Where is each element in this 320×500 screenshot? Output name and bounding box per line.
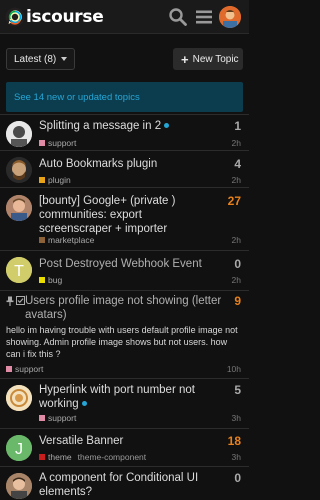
topic-category[interactable]: marketplace <box>39 235 94 245</box>
topic-title[interactable]: Post Destroyed Webhook Event <box>39 257 214 271</box>
category-square-icon <box>39 237 45 243</box>
activity-time[interactable]: 2h <box>232 235 241 245</box>
topic-category[interactable]: bug <box>39 275 62 285</box>
topic-list-controls: Latest (8) + New Topic <box>0 34 249 82</box>
topic-avatar[interactable] <box>6 157 32 183</box>
site-header: iscourse <box>0 0 249 34</box>
category-square-icon <box>39 454 45 460</box>
topic-excerpt[interactable]: hello im having trouble with users defau… <box>6 324 244 360</box>
topic-category[interactable]: support <box>39 413 76 423</box>
new-topics-banner-text: See 14 new or updated topics <box>14 91 140 103</box>
caret-down-icon <box>61 57 67 61</box>
topic-category[interactable]: theme theme-component <box>39 452 146 462</box>
discourse-logo-icon <box>5 7 25 27</box>
topic-title[interactable]: A component for Conditional UI elements? <box>39 471 219 499</box>
user-photo-icon <box>6 157 32 183</box>
latest-filter-label: Latest (8) <box>14 53 57 65</box>
topic-avatar[interactable] <box>6 195 32 221</box>
topic-avatar[interactable]: T <box>6 257 32 283</box>
reply-count: 9 <box>234 294 241 308</box>
reply-count: 4 <box>234 157 241 171</box>
topic-tag[interactable]: theme-component <box>78 452 147 462</box>
new-topic-label: New Topic <box>192 53 239 65</box>
user-avatar[interactable] <box>219 6 241 28</box>
plus-icon: + <box>181 51 189 67</box>
user-photo-icon <box>6 473 32 499</box>
unread-dot-icon <box>81 401 87 407</box>
topic-row[interactable]: Users profile image not showing (letter … <box>0 290 249 378</box>
topic-row[interactable]: J Versatile Banner 18 theme theme-compon… <box>0 428 249 466</box>
reply-count: 18 <box>227 434 241 448</box>
topic-avatar[interactable] <box>6 385 32 411</box>
topic-title[interactable]: Versatile Banner <box>39 434 214 448</box>
topic-category[interactable]: support <box>6 364 43 374</box>
solved-checkbox-icon <box>16 296 25 305</box>
discourse-logo[interactable]: iscourse <box>5 6 104 28</box>
topic-avatar[interactable]: J <box>6 435 32 461</box>
topic-row[interactable]: A component for Conditional UI elements?… <box>0 466 249 500</box>
activity-time[interactable]: 10h <box>227 364 241 374</box>
category-square-icon <box>39 277 45 283</box>
topic-title[interactable]: Hyperlink with port number not working <box>39 383 209 411</box>
pin-icon <box>6 296 14 306</box>
topic-title[interactable]: Users profile image not showing (letter … <box>25 294 225 322</box>
topic-row[interactable]: [bounty] Google+ (private ) communities:… <box>0 187 249 250</box>
activity-time[interactable]: 2h <box>232 275 241 285</box>
category-square-icon <box>39 140 45 146</box>
activity-time[interactable]: 3h <box>232 413 241 423</box>
reply-count: 0 <box>234 257 241 271</box>
search-icon[interactable] <box>168 7 188 27</box>
reply-count: 27 <box>227 194 241 208</box>
category-square-icon <box>39 415 45 421</box>
letter-avatar-icon: T <box>6 257 32 283</box>
user-photo-icon <box>6 121 32 147</box>
topic-avatar[interactable] <box>6 473 32 499</box>
activity-time[interactable]: 2h <box>232 138 241 148</box>
topic-category[interactable]: support <box>39 138 76 148</box>
topic-category[interactable]: plugin <box>39 175 71 185</box>
user-photo-icon <box>6 385 32 411</box>
topic-row[interactable]: Auto Bookmarks plugin 4 plugin 2h <box>0 150 249 187</box>
new-topics-banner[interactable]: See 14 new or updated topics <box>6 82 243 112</box>
user-avatar-icon <box>219 6 241 28</box>
topic-row[interactable]: T Post Destroyed Webhook Event 0 bug 2h <box>0 250 249 290</box>
topic-avatar[interactable] <box>6 121 32 147</box>
unread-dot-icon <box>164 123 170 129</box>
topic-title[interactable]: [bounty] Google+ (private ) communities:… <box>39 194 217 236</box>
latest-filter-dropdown[interactable]: Latest (8) <box>6 48 75 70</box>
letter-avatar-icon: J <box>6 435 32 461</box>
svg-text:J: J <box>15 441 23 458</box>
activity-time[interactable]: 3h <box>232 452 241 462</box>
activity-time[interactable]: 2h <box>232 175 241 185</box>
topic-row[interactable]: Hyperlink with port number not working 5… <box>0 378 249 428</box>
category-square-icon <box>39 177 45 183</box>
topic-title[interactable]: Splitting a message in 2 <box>39 119 214 133</box>
reply-count: 1 <box>234 119 241 133</box>
new-topic-button[interactable]: + New Topic <box>173 48 243 70</box>
category-square-icon <box>6 366 12 372</box>
reply-count: 0 <box>234 471 241 485</box>
topic-title[interactable]: Auto Bookmarks plugin <box>39 157 214 171</box>
svg-text:T: T <box>14 263 24 280</box>
logo-text: iscourse <box>26 7 104 27</box>
reply-count: 5 <box>234 383 241 397</box>
user-photo-icon <box>6 195 32 221</box>
topic-row[interactable]: Splitting a message in 2 1 support 2h <box>0 114 249 150</box>
menu-icon[interactable] <box>194 7 214 27</box>
